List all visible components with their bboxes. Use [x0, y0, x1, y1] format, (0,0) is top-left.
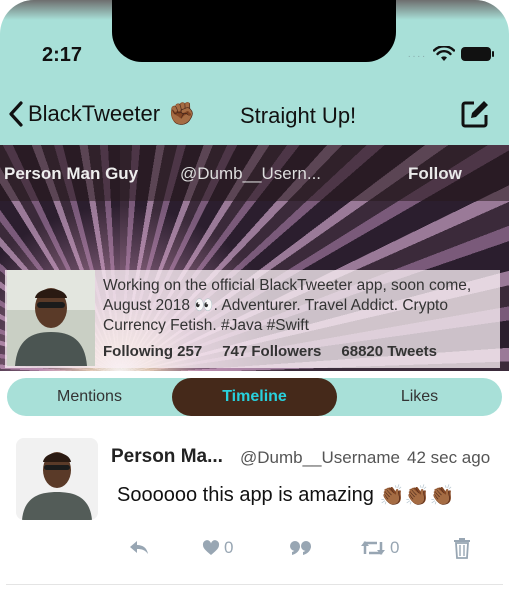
tweet-avatar-photo: [16, 438, 98, 520]
profile-name: Person Man Guy: [4, 164, 139, 183]
timeline-segmented-control: Mentions Timeline Likes: [7, 378, 502, 416]
back-chevron-icon: [9, 101, 23, 127]
tab-likes[interactable]: Likes: [337, 378, 502, 416]
tweet-text: Soooooo this app is amazing: [117, 484, 374, 506]
tweet-author-handle[interactable]: @Dumb__Username: [240, 448, 400, 468]
heart-icon: [202, 540, 220, 555]
profile-stats: Following 257 747 Followers 68820 Tweets: [103, 343, 437, 360]
followers-count[interactable]: 747 Followers: [222, 343, 321, 360]
following-count[interactable]: Following 257: [103, 343, 202, 360]
like-count: 0: [224, 538, 234, 557]
clap-emoji: 👏🏾👏🏾👏🏾: [379, 485, 455, 507]
cell-divider: [6, 584, 503, 585]
quote-button[interactable]: [289, 533, 313, 563]
navigation-header: 2:17 .... BlackTweeter ✊🏾 Straight Up!: [0, 0, 509, 145]
tweet-author-name[interactable]: Person Ma...: [111, 446, 223, 468]
retweet-count: 0: [390, 538, 400, 557]
back-button[interactable]: BlackTweeter ✊🏾: [8, 100, 195, 128]
tweet-avatar[interactable]: [16, 438, 98, 520]
profile-avatar: [7, 270, 95, 366]
trash-icon: [454, 538, 470, 559]
tab-mentions[interactable]: Mentions: [7, 378, 172, 416]
tweet-actions: 0 0: [0, 533, 509, 563]
tweet-cell[interactable]: Person Ma... @Dumb__Username 42 sec ago …: [0, 425, 509, 585]
status-time: 2:17: [42, 44, 83, 66]
retweet-icon: [361, 541, 385, 555]
device-notch: [112, 0, 396, 62]
reply-icon: [130, 541, 148, 554]
profile-bio: Working on the official BlackTweeter app…: [103, 277, 472, 334]
tweet-body: Soooooo this app is amazing 👏🏾👏🏾👏🏾: [117, 483, 455, 508]
nav-title: Straight Up!: [240, 103, 357, 128]
tweet-timestamp: 42 sec ago: [407, 448, 491, 467]
tab-timeline[interactable]: Timeline: [172, 378, 337, 416]
battery-icon: [461, 47, 494, 61]
status-indicators: ....: [407, 46, 494, 62]
compose-icon[interactable]: [459, 98, 491, 130]
retweet-button[interactable]: 0: [360, 533, 399, 563]
profile-bio-card: Working on the official BlackTweeter app…: [5, 270, 500, 368]
profile-handle: @Dumb__Usern...: [180, 164, 322, 183]
signal-dots: ....: [407, 48, 427, 60]
quote-icon: [290, 541, 311, 555]
delete-button[interactable]: [453, 533, 471, 563]
back-label: BlackTweeter: [28, 101, 161, 126]
like-button[interactable]: 0: [202, 533, 233, 563]
raised-fist-emoji: ✊🏾: [168, 101, 196, 126]
wifi-icon: [433, 46, 455, 61]
tweets-count[interactable]: 68820 Tweets: [341, 343, 437, 360]
profile-photo: [7, 270, 95, 366]
reply-button[interactable]: [128, 533, 150, 563]
follow-button[interactable]: Follow: [408, 164, 462, 184]
